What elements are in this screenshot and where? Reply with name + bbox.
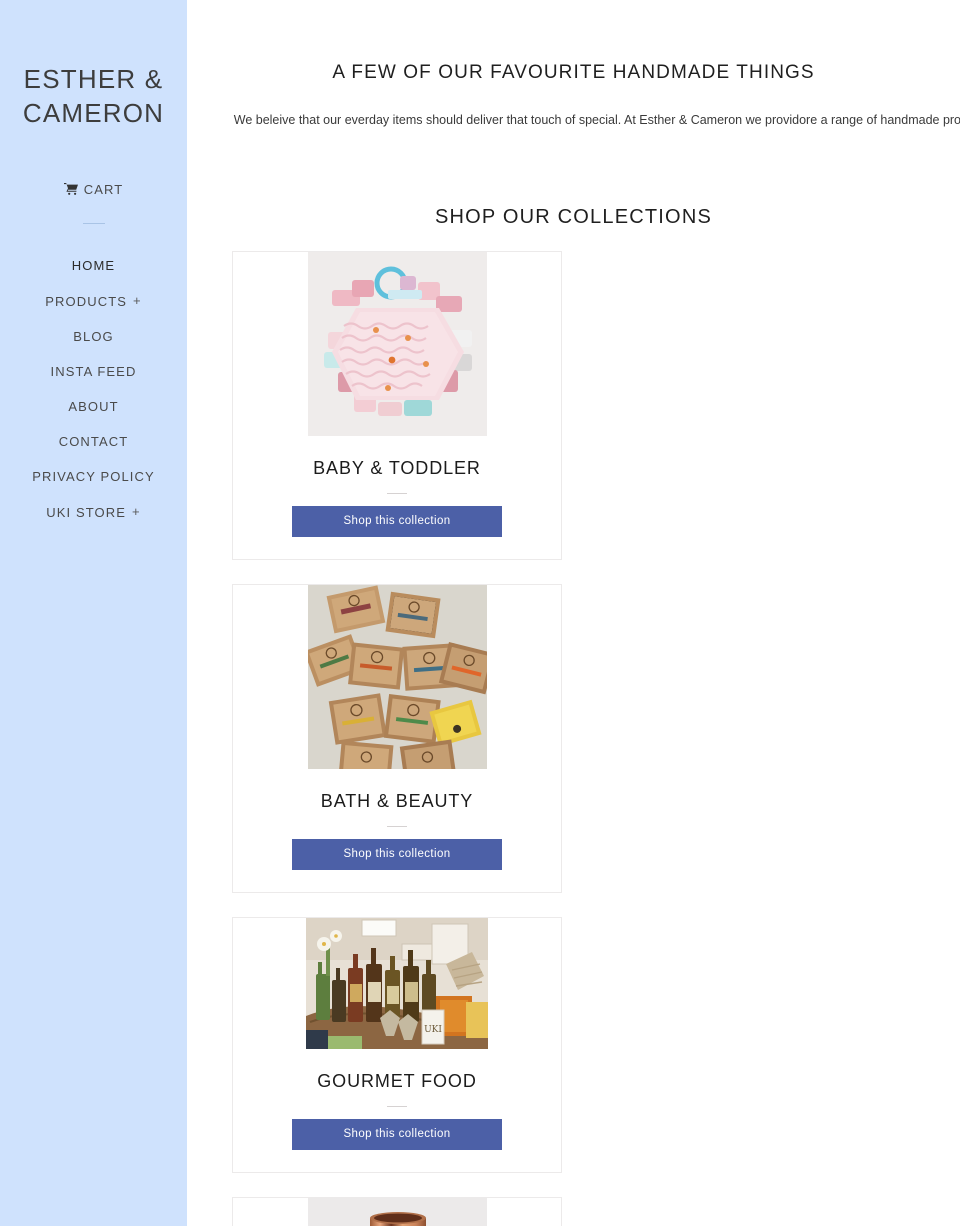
card-title: BABY & TODDLER [313, 458, 481, 478]
shopping-cart-icon [63, 182, 78, 197]
sidebar-item-products[interactable]: PRODUCTS + [0, 283, 187, 319]
card-divider [387, 1106, 407, 1107]
sidebar-item-contact[interactable]: CONTACT [0, 424, 187, 459]
sidebar-item-insta-feed-label: INSTA FEED [50, 364, 137, 379]
collections-grid: BABY & TODDLER Shop this collection BATH… [232, 251, 915, 1226]
main-content: A FEW OF OUR FAVOURITE HANDMADE THINGS W… [187, 0, 960, 1226]
sidebar-item-insta-feed[interactable]: INSTA FEED [0, 354, 187, 389]
site-logo[interactable]: ESTHER & CAMERON [0, 62, 187, 130]
collections-heading: SHOP OUR COLLECTIONS [434, 206, 713, 228]
sidebar-item-blog-label: BLOG [73, 329, 114, 344]
card-title: BATH & BEAUTY [320, 791, 474, 811]
sidebar-item-about[interactable]: ABOUT [0, 389, 187, 424]
sidebar-item-blog[interactable]: BLOG [0, 319, 187, 354]
card-divider [387, 493, 407, 494]
collection-card-homewares-decor[interactable]: HOMEWARES & DECOR Shop this collection [232, 1197, 562, 1226]
card-media [233, 585, 561, 769]
brand-line-2: CAMERON [22, 98, 165, 128]
copper-candle-vessel-image[interactable] [307, 1198, 487, 1226]
sidebar-item-privacy-policy[interactable]: PRIVACY POLICY [0, 459, 187, 494]
expand-plus-icon[interactable]: + [133, 293, 142, 308]
handmade-soap-bars-image[interactable] [307, 585, 487, 769]
collection-card-bath-beauty[interactable]: BATH & BEAUTY Shop this collection [232, 584, 562, 893]
card-title: GOURMET FOOD [317, 1071, 477, 1091]
card-media [233, 252, 561, 436]
shop-collection-button-baby-toddler[interactable]: Shop this collection [292, 506, 502, 537]
card-media [233, 1198, 561, 1226]
collection-card-baby-toddler[interactable]: BABY & TODDLER Shop this collection [232, 251, 562, 560]
page-root: ESTHER & CAMERON CART HOME PRODUCTS + BL… [0, 0, 960, 1226]
collection-card-gourmet-food[interactable]: UKI GOURMET FOOD Shop this collection [232, 917, 562, 1173]
nav-divider [82, 223, 105, 224]
sidebar-item-home-label: HOME [71, 258, 116, 273]
sidebar-item-uki-store-label: UKI STORE [46, 505, 127, 520]
sidebar-item-uki-store[interactable]: UKI STORE + [0, 494, 187, 530]
shop-collection-button-gourmet-food[interactable]: Shop this collection [292, 1119, 502, 1150]
baby-taggie-blanket-image[interactable] [307, 252, 487, 436]
sidebar: ESTHER & CAMERON CART HOME PRODUCTS + BL… [0, 0, 187, 1226]
card-divider [387, 826, 407, 827]
sidebar-item-products-label: PRODUCTS [45, 294, 128, 309]
page-title: A FEW OF OUR FAVOURITE HANDMADE THINGS [332, 62, 815, 83]
sidebar-item-contact-label: CONTACT [58, 434, 129, 449]
nav-item-cart[interactable]: CART [0, 178, 187, 201]
sidebar-item-about-label: ABOUT [68, 399, 119, 414]
nav-cart-label: CART [83, 182, 124, 197]
hero-section: A FEW OF OUR FAVOURITE HANDMADE THINGS W… [187, 0, 960, 131]
shop-collection-button-bath-beauty[interactable]: Shop this collection [292, 839, 502, 870]
expand-plus-icon[interactable]: + [132, 504, 141, 519]
card-media: UKI [233, 918, 561, 1049]
sidebar-item-privacy-policy-label: PRIVACY POLICY [32, 469, 155, 484]
gourmet-food-display-image[interactable]: UKI [306, 918, 488, 1049]
main-navigation: CART HOME PRODUCTS + BLOG INSTA FEED ABOU… [0, 178, 187, 530]
svg-text:UKI: UKI [424, 1025, 442, 1035]
hero-subtitle: We beleive that our everday items should… [233, 113, 960, 127]
brand-line-1: ESTHER & [23, 64, 164, 94]
sidebar-item-home[interactable]: HOME [0, 248, 187, 283]
